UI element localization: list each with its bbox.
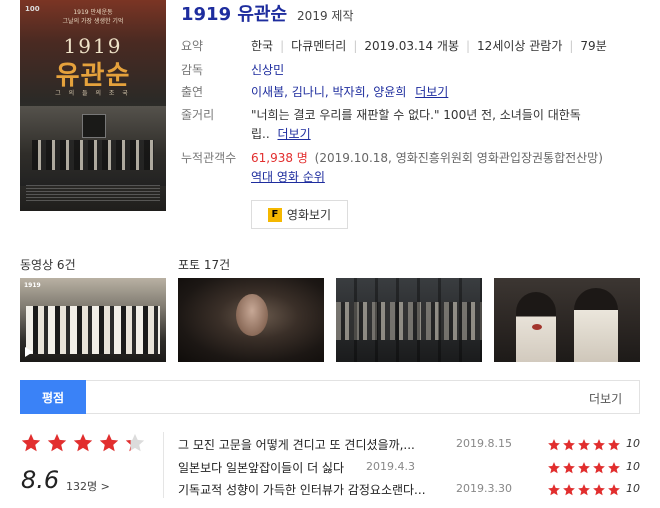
divider: | (466, 39, 471, 53)
plot-text: "너희는 결코 우리를 재판할 수 없다." 100년 전, 소녀들이 대한독 … (251, 106, 581, 144)
release-date: 2019.03.14 개봉 (364, 39, 459, 53)
rating-count-link[interactable]: 132명 > (66, 478, 110, 494)
rating-more-link[interactable]: 더보기 (589, 390, 622, 407)
star-icon (577, 482, 591, 496)
star-icon (592, 460, 606, 474)
poster-subtitle: 그 의 들 의 조 국 (55, 90, 131, 97)
review-date: 2019.3.30 (456, 482, 512, 495)
photo-bars (336, 278, 482, 362)
photo-thumbnail-3[interactable] (494, 278, 640, 362)
photos-header-link[interactable]: 포토 17건 (178, 256, 230, 273)
summary-values: 한국 | 다큐멘터리 | 2019.03.14 개봉 | 12세이상 관람가 | 79분 (251, 37, 607, 54)
review-score: 10 (626, 482, 640, 495)
watch-movie-button[interactable]: F 영화보기 (251, 200, 348, 229)
video-scene (26, 306, 160, 354)
star-icon (20, 432, 42, 454)
play-icon (25, 347, 33, 357)
review-date: 2019.8.15 (456, 437, 512, 450)
average-score: 8.6 (21, 466, 60, 494)
audience-values: 61,938 명 (2019.10.18, 영화진흥위원회 영화관입장권통합전산… (251, 149, 603, 166)
photo-wound (532, 324, 542, 330)
poster-tagline: 1919 만세운동 그날의 가장 생생한 기억 (62, 9, 124, 25)
poster-figures (32, 140, 154, 170)
cast-more-link[interactable]: 더보기 (415, 85, 448, 99)
cast-values: 이새봄, 김나니, 박자희, 양윤희 더보기 (251, 83, 448, 100)
star-icon (98, 432, 120, 454)
video-thumbnail[interactable]: 1919 (20, 278, 166, 362)
star-icon (607, 460, 621, 474)
poster-title: 유관순 (55, 61, 131, 91)
summary-label: 요약 (181, 39, 204, 53)
cast-names-link[interactable]: 이새봄, 김나니, 박자희, 양윤희 (251, 85, 406, 99)
review-text-link[interactable]: 기독교적 성향이 가득한 인터뷰가 감정요소랜다... (178, 481, 453, 498)
star-icon (562, 437, 576, 451)
photo-thumbnail-2[interactable] (336, 278, 482, 362)
star-icon (124, 432, 146, 454)
photo-figure (574, 288, 618, 362)
star-icon (577, 437, 591, 451)
average-star-rating (20, 432, 150, 454)
audience-count: 61,938 명 (251, 151, 308, 165)
star-icon (562, 460, 576, 474)
director-label: 감독 (181, 63, 204, 77)
star-icon (72, 432, 94, 454)
movie-title-row: 1919 유관순 2019 제작 (181, 0, 354, 26)
review-text-link[interactable]: 그 모진 고문을 어떻게 견디고 또 견디셨을까,... (178, 436, 453, 453)
poster-window (82, 114, 106, 138)
divider: | (569, 39, 574, 53)
star-icon (592, 437, 606, 451)
plot-line-1: "너희는 결코 우리를 재판할 수 없다." 100년 전, 소녀들이 대한독 (251, 108, 581, 122)
audience-label: 누적관객수 (181, 151, 237, 165)
plot-line-2: 립.. (251, 127, 270, 141)
divider (163, 432, 164, 498)
production-year: 2019 제작 (297, 9, 354, 23)
movie-poster[interactable]: 100 1919 만세운동 그날의 가장 생생한 기억 1919 유관순 그 의… (20, 0, 166, 211)
watch-movie-label: 영화보기 (286, 208, 332, 222)
age-rating: 12세이상 관람가 (477, 39, 563, 53)
genre: 다큐멘터리 (291, 39, 347, 53)
plot-label: 줄거리 (181, 108, 215, 122)
plot-more-link[interactable]: 더보기 (278, 127, 311, 141)
star-icon (607, 482, 621, 496)
star-icon (592, 482, 606, 496)
divider: | (280, 39, 285, 53)
tab-rating[interactable]: 평점 (20, 380, 86, 414)
review-score: 10 (626, 460, 640, 473)
poster-credits (26, 185, 160, 203)
star-icon (547, 482, 561, 496)
review-score: 10 (626, 437, 640, 450)
runtime: 79분 (580, 39, 607, 53)
director-link[interactable]: 신상민 (251, 61, 284, 78)
country: 한국 (251, 39, 274, 53)
cast-label: 출연 (181, 85, 204, 99)
all-time-ranking-link[interactable]: 역대 영화 순위 (251, 168, 325, 185)
photo-portrait (236, 294, 268, 336)
movie-title-link[interactable]: 1919 유관순 (181, 0, 287, 26)
photo-thumbnail-1[interactable] (178, 278, 324, 362)
star-icon (46, 432, 68, 454)
star-icon (547, 437, 561, 451)
star-icon (607, 437, 621, 451)
video-caption: 1919 (24, 282, 41, 289)
film-service-icon: F (267, 207, 282, 222)
rating-tab-bar (20, 380, 640, 414)
star-icon (577, 460, 591, 474)
audience-source: (2019.10.18, 영화진흥위원회 영화관입장권통합전산망) (314, 151, 603, 165)
review-star-rating (546, 460, 621, 474)
review-star-rating (546, 482, 621, 496)
videos-header-link[interactable]: 동영상 6건 (20, 256, 76, 273)
review-star-rating (546, 437, 621, 451)
review-date: 2019.4.3 (366, 460, 415, 473)
divider: | (353, 39, 358, 53)
star-icon (547, 460, 561, 474)
star-icon (562, 482, 576, 496)
